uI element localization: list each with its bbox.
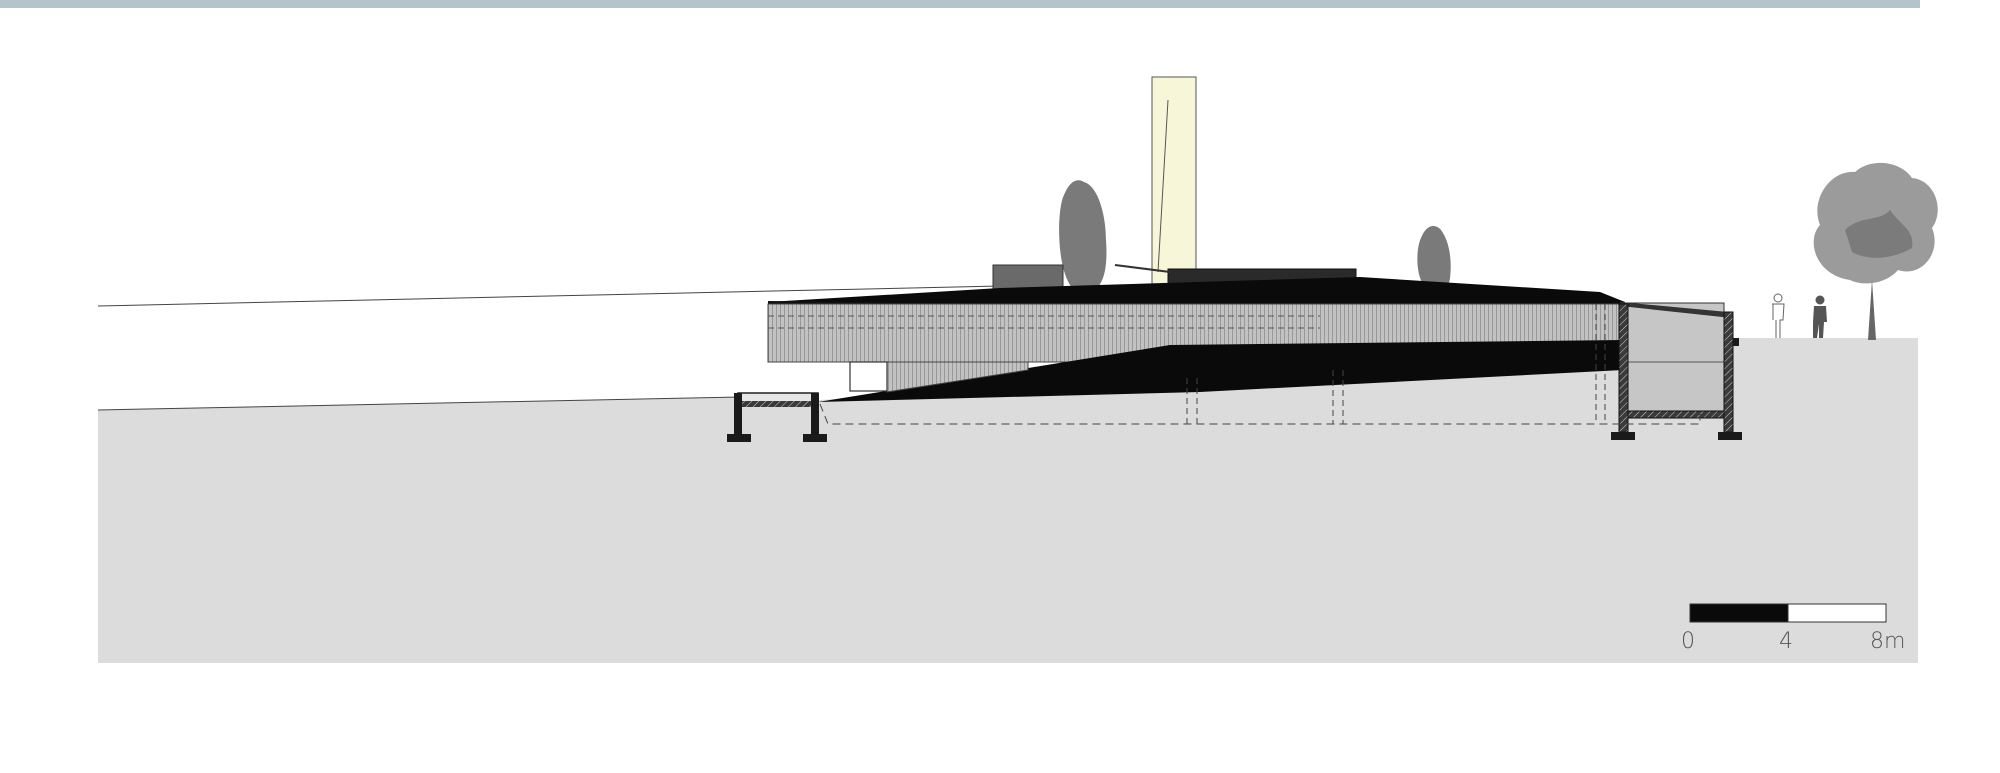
entrance-opening (849, 361, 888, 392)
right-footing-right (1718, 432, 1742, 440)
right-wall-right (1723, 311, 1734, 433)
left-wall-a (734, 393, 742, 435)
scale-label-8m: 8m (1870, 629, 1905, 654)
top-band (0, 0, 1920, 8)
section-drawing-canvas: 0 4 8m (0, 0, 2000, 773)
person-silhouette-icon (1813, 295, 1827, 338)
cypress-tree-left (1059, 180, 1107, 295)
right-base-slab (1627, 410, 1725, 419)
left-footing-b (803, 434, 827, 442)
scale-bar-white-segment (1787, 603, 1887, 623)
scale-bar-black-segment (1689, 603, 1789, 623)
right-wall-cap (1733, 338, 1739, 346)
left-slab-hatch (738, 401, 818, 407)
cypress-tree-right (1417, 226, 1451, 291)
left-wall-b (811, 393, 819, 435)
architectural-section-svg: 0 4 8m (0, 0, 1938, 663)
scale-label-4: 4 (1779, 629, 1793, 654)
person-outline-icon (1772, 293, 1785, 338)
left-footing-a (727, 434, 751, 442)
right-end-volume (1625, 302, 1725, 414)
right-footing-left (1611, 432, 1635, 440)
scale-label-0: 0 (1681, 629, 1695, 654)
tree-icon (1813, 162, 1938, 340)
right-wall-left (1618, 303, 1629, 433)
